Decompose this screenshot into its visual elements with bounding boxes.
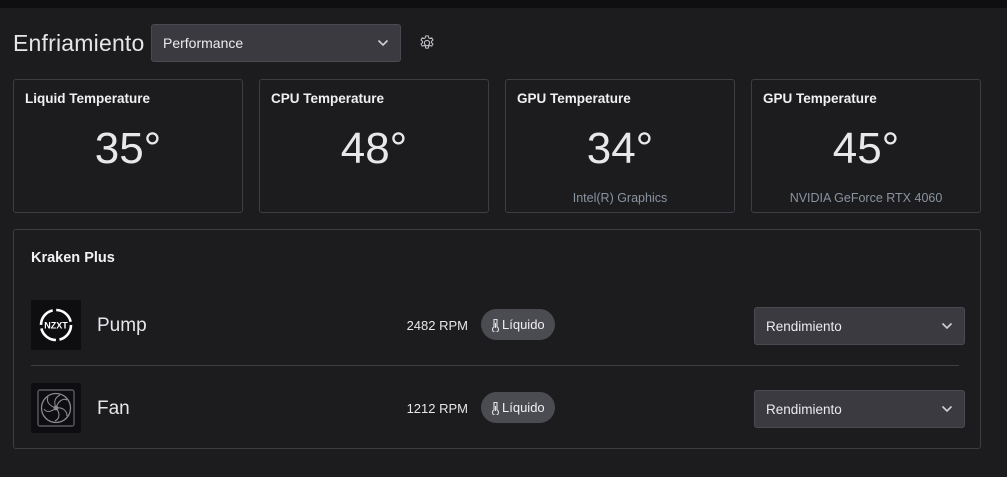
- device-panel: Kraken Plus NZXT Pump 2482 RPM Líquido R…: [13, 229, 981, 449]
- card-value: 35°: [94, 124, 162, 173]
- fan-mode-select[interactable]: Rendimiento: [754, 390, 965, 428]
- card-value: 48°: [340, 124, 408, 173]
- card-title: Liquid Temperature: [25, 91, 151, 106]
- rpm-readout: 1212 RPM: [406, 401, 468, 416]
- card-gpu-temperature-intel: GPU Temperature 34° Intel(R) Graphics: [505, 79, 735, 213]
- pill-label: Líquido: [502, 317, 545, 332]
- row-divider: [31, 365, 959, 366]
- header: Enfriamiento Performance: [13, 24, 434, 62]
- rpm-readout: 2482 RPM: [406, 318, 468, 333]
- nzxt-logo-icon: NZXT: [31, 300, 81, 350]
- card-value: 34°: [586, 124, 654, 173]
- card-subtitle: NVIDIA GeForce RTX 4060: [789, 191, 943, 205]
- chevron-down-icon: [941, 322, 953, 330]
- window-top-bar: [0, 0, 1007, 8]
- mode-select-value: Rendimiento: [766, 318, 842, 334]
- card-cpu-temperature: CPU Temperature 48°: [259, 79, 489, 213]
- page-title: Enfriamiento: [13, 29, 145, 56]
- card-title: GPU Temperature: [517, 91, 631, 106]
- pill-label: Líquido: [502, 400, 545, 415]
- device-name: Kraken Plus: [31, 250, 115, 266]
- card-subtitle: Intel(R) Graphics: [572, 191, 668, 205]
- card-gpu-temperature-nvidia: GPU Temperature 45° NVIDIA GeForce RTX 4…: [751, 79, 981, 213]
- chevron-down-icon: [377, 39, 389, 47]
- device-row-pump: NZXT Pump 2482 RPM Líquido Rendimiento: [14, 300, 982, 352]
- fan-icon: [31, 383, 81, 433]
- profile-select-value: Performance: [163, 35, 244, 51]
- card-liquid-temperature: Liquid Temperature 35°: [13, 79, 243, 213]
- device-row-fan: Fan 1212 RPM Líquido Rendimiento: [14, 383, 982, 435]
- mode-select-value: Rendimiento: [766, 401, 842, 417]
- device-row-name: Fan: [97, 398, 130, 419]
- card-title: CPU Temperature: [271, 91, 385, 106]
- card-title: GPU Temperature: [763, 91, 877, 106]
- gear-icon[interactable]: [418, 34, 436, 52]
- pump-mode-select[interactable]: Rendimiento: [754, 307, 965, 345]
- liquid-sensor-pill[interactable]: Líquido: [481, 309, 555, 340]
- device-row-name: Pump: [97, 315, 147, 336]
- svg-text:NZXT: NZXT: [44, 321, 68, 331]
- thermometer-icon: [491, 318, 500, 332]
- thermometer-icon: [491, 401, 500, 415]
- card-value: 45°: [832, 124, 900, 173]
- chevron-down-icon: [941, 405, 953, 413]
- profile-select[interactable]: Performance: [151, 24, 401, 62]
- liquid-sensor-pill[interactable]: Líquido: [481, 392, 555, 423]
